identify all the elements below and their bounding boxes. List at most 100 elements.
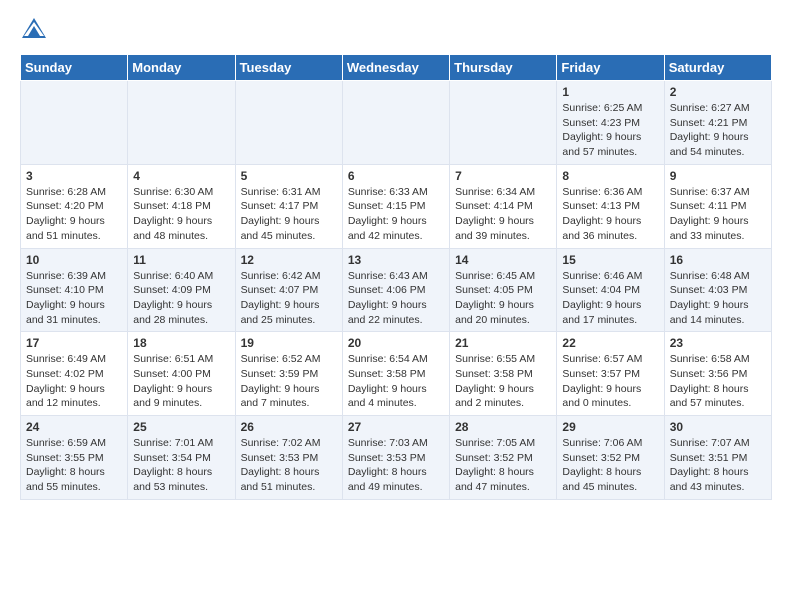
day-number: 19 xyxy=(241,336,337,350)
day-number: 8 xyxy=(562,169,658,183)
day-info: Sunrise: 6:39 AM Sunset: 4:10 PM Dayligh… xyxy=(26,269,122,328)
calendar-cell: 5Sunrise: 6:31 AM Sunset: 4:17 PM Daylig… xyxy=(235,164,342,248)
day-info: Sunrise: 6:58 AM Sunset: 3:56 PM Dayligh… xyxy=(670,352,766,411)
day-number: 29 xyxy=(562,420,658,434)
calendar-cell: 14 Sunrise: 6:45 AM Sunset: 4:05 PM Dayli… xyxy=(450,248,557,332)
calendar-cell: 11 Sunrise: 6:40 AM Sunset: 4:09 PM Dayli… xyxy=(128,248,235,332)
day-number: 9 xyxy=(670,169,766,183)
calendar-cell: 25 Sunrise: 7:01 AM Sunset: 3:54 PM Dayli… xyxy=(128,416,235,500)
calendar-cell: 15 Sunrise: 6:46 AM Sunset: 4:04 PM Dayli… xyxy=(557,248,664,332)
calendar-cell: 4 Sunrise: 6:30 AM Sunset: 4:18 PM Daylig… xyxy=(128,164,235,248)
day-info: Sunrise: 6:49 AM Sunset: 4:02 PM Dayligh… xyxy=(26,352,122,411)
calendar-cell: 21 Sunrise: 6:55 AM Sunset: 3:58 PM Dayli… xyxy=(450,332,557,416)
header xyxy=(20,16,772,44)
logo-icon xyxy=(20,16,48,44)
day-number: 1 xyxy=(562,85,658,99)
day-number: 26 xyxy=(241,420,337,434)
calendar-cell: 23 Sunrise: 6:58 AM Sunset: 3:56 PM Dayli… xyxy=(664,332,771,416)
day-info: Sunrise: 6:57 AM Sunset: 3:57 PM Dayligh… xyxy=(562,352,658,411)
day-info: Sunrise: 6:40 AM Sunset: 4:09 PM Dayligh… xyxy=(133,269,229,328)
calendar-cell: 1 Sunrise: 6:25 AM Sunset: 4:23 PM Daylig… xyxy=(557,81,664,165)
calendar-cell: 28Sunrise: 7:05 AM Sunset: 3:52 PM Dayli… xyxy=(450,416,557,500)
day-number: 16 xyxy=(670,253,766,267)
calendar-cell: 12 Sunrise: 6:42 AM Sunset: 4:07 PM Dayli… xyxy=(235,248,342,332)
day-number: 28 xyxy=(455,420,551,434)
header-day-saturday: Saturday xyxy=(664,55,771,81)
header-day-tuesday: Tuesday xyxy=(235,55,342,81)
day-number: 6 xyxy=(348,169,444,183)
calendar-row-0: 1 Sunrise: 6:25 AM Sunset: 4:23 PM Daylig… xyxy=(21,81,772,165)
calendar-cell xyxy=(21,81,128,165)
day-info: Sunrise: 6:54 AM Sunset: 3:58 PM Dayligh… xyxy=(348,352,444,411)
day-info: Sunrise: 6:34 AM Sunset: 4:14 PM Dayligh… xyxy=(455,185,551,244)
day-number: 23 xyxy=(670,336,766,350)
day-number: 25 xyxy=(133,420,229,434)
calendar-cell: 18Sunrise: 6:51 AM Sunset: 4:00 PM Dayli… xyxy=(128,332,235,416)
day-number: 30 xyxy=(670,420,766,434)
day-info: Sunrise: 6:42 AM Sunset: 4:07 PM Dayligh… xyxy=(241,269,337,328)
day-number: 5 xyxy=(241,169,337,183)
calendar-cell: 2 Sunrise: 6:27 AM Sunset: 4:21 PM Daylig… xyxy=(664,81,771,165)
day-info: Sunrise: 6:46 AM Sunset: 4:04 PM Dayligh… xyxy=(562,269,658,328)
day-info: Sunrise: 6:55 AM Sunset: 3:58 PM Dayligh… xyxy=(455,352,551,411)
calendar-cell: 27 Sunrise: 7:03 AM Sunset: 3:53 PM Dayli… xyxy=(342,416,449,500)
header-day-thursday: Thursday xyxy=(450,55,557,81)
day-number: 11 xyxy=(133,253,229,267)
day-info: Sunrise: 6:52 AM Sunset: 3:59 PM Dayligh… xyxy=(241,352,337,411)
day-number: 17 xyxy=(26,336,122,350)
calendar-cell: 8 Sunrise: 6:36 AM Sunset: 4:13 PM Daylig… xyxy=(557,164,664,248)
day-number: 12 xyxy=(241,253,337,267)
day-number: 15 xyxy=(562,253,658,267)
day-number: 3 xyxy=(26,169,122,183)
day-info: Sunrise: 7:03 AM Sunset: 3:53 PM Dayligh… xyxy=(348,436,444,495)
day-number: 14 xyxy=(455,253,551,267)
day-number: 21 xyxy=(455,336,551,350)
calendar-cell: 6Sunrise: 6:33 AM Sunset: 4:15 PM Daylig… xyxy=(342,164,449,248)
day-number: 10 xyxy=(26,253,122,267)
day-info: Sunrise: 6:30 AM Sunset: 4:18 PM Dayligh… xyxy=(133,185,229,244)
logo xyxy=(20,16,52,44)
day-info: Sunrise: 7:02 AM Sunset: 3:53 PM Dayligh… xyxy=(241,436,337,495)
calendar-row-2: 10 Sunrise: 6:39 AM Sunset: 4:10 PM Dayli… xyxy=(21,248,772,332)
day-info: Sunrise: 6:48 AM Sunset: 4:03 PM Dayligh… xyxy=(670,269,766,328)
day-info: Sunrise: 6:59 AM Sunset: 3:55 PM Dayligh… xyxy=(26,436,122,495)
header-day-wednesday: Wednesday xyxy=(342,55,449,81)
header-day-monday: Monday xyxy=(128,55,235,81)
calendar-table: SundayMondayTuesdayWednesdayThursdayFrid… xyxy=(20,54,772,500)
calendar-cell: 26 Sunrise: 7:02 AM Sunset: 3:53 PM Dayli… xyxy=(235,416,342,500)
calendar-cell: 17 Sunrise: 6:49 AM Sunset: 4:02 PM Dayli… xyxy=(21,332,128,416)
day-info: Sunrise: 7:01 AM Sunset: 3:54 PM Dayligh… xyxy=(133,436,229,495)
day-number: 22 xyxy=(562,336,658,350)
calendar-cell: 3 Sunrise: 6:28 AM Sunset: 4:20 PM Daylig… xyxy=(21,164,128,248)
calendar-cell: 16 Sunrise: 6:48 AM Sunset: 4:03 PM Dayli… xyxy=(664,248,771,332)
day-number: 2 xyxy=(670,85,766,99)
day-info: Sunrise: 6:28 AM Sunset: 4:20 PM Dayligh… xyxy=(26,185,122,244)
calendar-cell xyxy=(128,81,235,165)
calendar-cell: 7 Sunrise: 6:34 AM Sunset: 4:14 PM Daylig… xyxy=(450,164,557,248)
calendar-cell xyxy=(235,81,342,165)
day-number: 20 xyxy=(348,336,444,350)
header-day-sunday: Sunday xyxy=(21,55,128,81)
day-info: Sunrise: 6:45 AM Sunset: 4:05 PM Dayligh… xyxy=(455,269,551,328)
calendar-cell: 9 Sunrise: 6:37 AM Sunset: 4:11 PM Daylig… xyxy=(664,164,771,248)
day-number: 24 xyxy=(26,420,122,434)
day-info: Sunrise: 6:43 AM Sunset: 4:06 PM Dayligh… xyxy=(348,269,444,328)
calendar-cell xyxy=(342,81,449,165)
day-info: Sunrise: 6:36 AM Sunset: 4:13 PM Dayligh… xyxy=(562,185,658,244)
calendar-cell: 19 Sunrise: 6:52 AM Sunset: 3:59 PM Dayli… xyxy=(235,332,342,416)
day-number: 4 xyxy=(133,169,229,183)
day-info: Sunrise: 6:25 AM Sunset: 4:23 PM Dayligh… xyxy=(562,101,658,160)
day-number: 7 xyxy=(455,169,551,183)
day-info: Sunrise: 7:07 AM Sunset: 3:51 PM Dayligh… xyxy=(670,436,766,495)
day-number: 27 xyxy=(348,420,444,434)
day-info: Sunrise: 6:51 AM Sunset: 4:00 PM Dayligh… xyxy=(133,352,229,411)
calendar-cell: 10 Sunrise: 6:39 AM Sunset: 4:10 PM Dayli… xyxy=(21,248,128,332)
day-info: Sunrise: 6:37 AM Sunset: 4:11 PM Dayligh… xyxy=(670,185,766,244)
calendar-row-1: 3 Sunrise: 6:28 AM Sunset: 4:20 PM Daylig… xyxy=(21,164,772,248)
header-row: SundayMondayTuesdayWednesdayThursdayFrid… xyxy=(21,55,772,81)
calendar-cell: 20 Sunrise: 6:54 AM Sunset: 3:58 PM Dayli… xyxy=(342,332,449,416)
day-info: Sunrise: 6:27 AM Sunset: 4:21 PM Dayligh… xyxy=(670,101,766,160)
calendar-row-3: 17 Sunrise: 6:49 AM Sunset: 4:02 PM Dayli… xyxy=(21,332,772,416)
header-day-friday: Friday xyxy=(557,55,664,81)
calendar-cell: 22 Sunrise: 6:57 AM Sunset: 3:57 PM Dayli… xyxy=(557,332,664,416)
